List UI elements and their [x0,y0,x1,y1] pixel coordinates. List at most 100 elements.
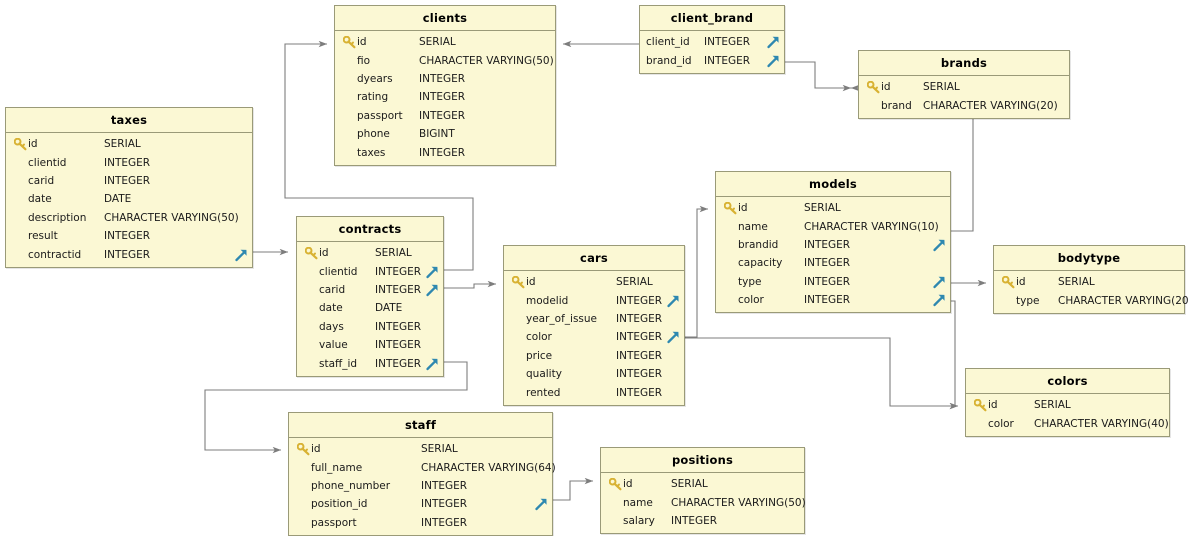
column-row[interactable]: passport INTEGER [335,107,555,125]
column-row[interactable]: rating INTEGER [335,88,555,106]
column-name: contractid [28,248,82,261]
column-row[interactable]: carid INTEGER [297,281,443,299]
column-row[interactable]: clientid INTEGER [6,153,252,171]
entity-table-positions[interactable]: positions id SERIAL name CHARACTER VARYING(5… [600,447,806,535]
column-name: type [1016,294,1040,307]
entity-title-models: models [716,172,950,197]
entity-table-taxes[interactable]: taxes id SERIAL clientid INTEGER carid INTEGER… [5,107,253,268]
column-row[interactable]: id SERIAL [859,78,1069,96]
column-row[interactable]: color INTEGER [716,291,950,309]
column-type: INTEGER [104,156,151,169]
foreign-key-indicator[interactable] [932,237,947,252]
column-row[interactable]: taxes INTEGER [335,143,555,161]
column-row[interactable]: quality INTEGER [504,365,684,383]
column-row[interactable]: color CHARACTER VARYING(40) [966,414,1169,432]
column-row[interactable]: clientid INTEGER [297,262,443,280]
column-row[interactable]: id SERIAL [297,244,443,262]
foreign-key-indicator[interactable] [534,497,549,512]
column-row[interactable]: type INTEGER [716,273,950,291]
primary-key-icon [304,246,317,259]
entity-table-cars[interactable]: cars id SERIAL modelid INTEGER year_of_issue I… [503,245,685,406]
foreign-key-indicator[interactable] [666,293,681,308]
column-row[interactable]: capacity INTEGER [716,254,950,272]
column-row[interactable]: id SERIAL [335,33,555,51]
entity-table-colors[interactable]: colors id SERIAL color CHARACTER VARYING(40) [965,368,1170,437]
column-row[interactable]: date DATE [6,190,252,208]
primary-key-icon [511,275,524,288]
column-list-contracts: id SERIAL clientid INTEGER carid INTEGER date D… [297,242,443,376]
entity-table-client_brand[interactable]: client_brand client_id INTEGER brand_id INTE… [639,5,785,74]
column-row[interactable]: description CHARACTER VARYING(50) [6,209,252,227]
column-type: INTEGER [616,312,663,325]
foreign-key-indicator[interactable] [766,35,781,50]
column-row[interactable]: date DATE [297,299,443,317]
column-type: SERIAL [1034,399,1071,412]
column-row[interactable]: id SERIAL [601,475,804,493]
column-row[interactable]: brand_id INTEGER [640,51,784,69]
column-row[interactable]: id SERIAL [504,273,684,291]
column-row[interactable]: id SERIAL [289,440,552,458]
entity-title-brands: brands [859,51,1069,76]
column-row[interactable]: price INTEGER [504,347,684,365]
column-name: id [319,247,329,260]
foreign-key-indicator[interactable] [234,247,249,262]
entity-table-clients[interactable]: clients id SERIAL fio CHARACTER VARYING(50) d… [334,5,556,166]
column-name: phone_number [311,479,391,492]
column-type: SERIAL [616,276,653,289]
entity-table-contracts[interactable]: contracts id SERIAL clientid INTEGER carid INT… [296,216,444,377]
column-name: id [526,276,536,289]
column-row[interactable]: id SERIAL [966,396,1169,414]
column-row[interactable]: carid INTEGER [6,172,252,190]
column-row[interactable]: full_name CHARACTER VARYING(64) [289,458,556,476]
column-row[interactable]: id SERIAL [6,135,252,153]
column-row[interactable]: dyears INTEGER [335,70,555,88]
column-name: salary [623,514,655,527]
column-row[interactable]: name CHARACTER VARYING(50) [601,493,806,511]
column-row[interactable]: name CHARACTER VARYING(10) [716,217,950,235]
column-row[interactable]: phone_number INTEGER [289,477,552,495]
column-name: passport [311,516,357,529]
column-row[interactable]: modelid INTEGER [504,291,684,309]
column-row[interactable]: fio CHARACTER VARYING(50) [335,51,555,69]
foreign-key-indicator[interactable] [766,53,781,68]
entity-title-staff: staff [289,413,552,438]
column-row[interactable]: type CHARACTER VARYING(20) [994,291,1188,309]
column-row[interactable]: passport INTEGER [289,514,552,532]
column-type: CHARACTER VARYING(10) [804,220,939,233]
foreign-key-indicator[interactable] [666,330,681,345]
column-row[interactable]: id SERIAL [716,199,950,217]
column-row[interactable]: brand CHARACTER VARYING(20) [859,96,1069,114]
column-row[interactable]: result INTEGER [6,227,252,245]
column-type: INTEGER [104,230,151,243]
column-name: carid [28,174,55,187]
primary-key-icon [723,201,736,214]
foreign-key-indicator[interactable] [932,293,947,308]
column-row[interactable]: rented INTEGER [504,383,684,401]
foreign-key-indicator[interactable] [425,356,440,371]
column-name: clientid [28,156,67,169]
column-row[interactable]: id SERIAL [994,273,1184,291]
foreign-key-indicator[interactable] [932,274,947,289]
foreign-key-indicator[interactable] [425,264,440,279]
column-row[interactable]: year_of_issue INTEGER [504,310,684,328]
column-row[interactable]: position_id INTEGER [289,495,552,513]
entity-table-bodytype[interactable]: bodytype id SERIAL type CHARACTER VARYING(20… [993,245,1188,314]
column-row[interactable]: color INTEGER [504,328,684,346]
column-name: modelid [526,294,569,307]
column-row[interactable]: client_id INTEGER [640,33,784,51]
column-row[interactable]: brandid INTEGER [716,236,950,254]
column-type: CHARACTER VARYING(20) [923,99,1058,112]
column-row[interactable]: days INTEGER [297,318,443,336]
column-row[interactable]: salary INTEGER [601,512,804,530]
entity-title-taxes: taxes [6,108,252,133]
primary-key-icon [342,35,355,48]
column-row[interactable]: contractid INTEGER [6,245,252,263]
column-row[interactable]: phone BIGINT [335,125,555,143]
foreign-key-indicator[interactable] [425,282,440,297]
entity-table-models[interactable]: models id SERIAL name CHARACTER VARYING(10) b… [715,171,951,314]
primary-key-icon-cell [1000,275,1016,289]
entity-table-brands[interactable]: brands id SERIAL brand CHARACTER VARYING(20) [858,50,1070,119]
column-row[interactable]: staff_id INTEGER [297,354,443,372]
entity-table-staff[interactable]: staff id SERIAL full_name CHARACTER VARYING(… [288,412,556,536]
column-row[interactable]: value INTEGER [297,336,443,354]
